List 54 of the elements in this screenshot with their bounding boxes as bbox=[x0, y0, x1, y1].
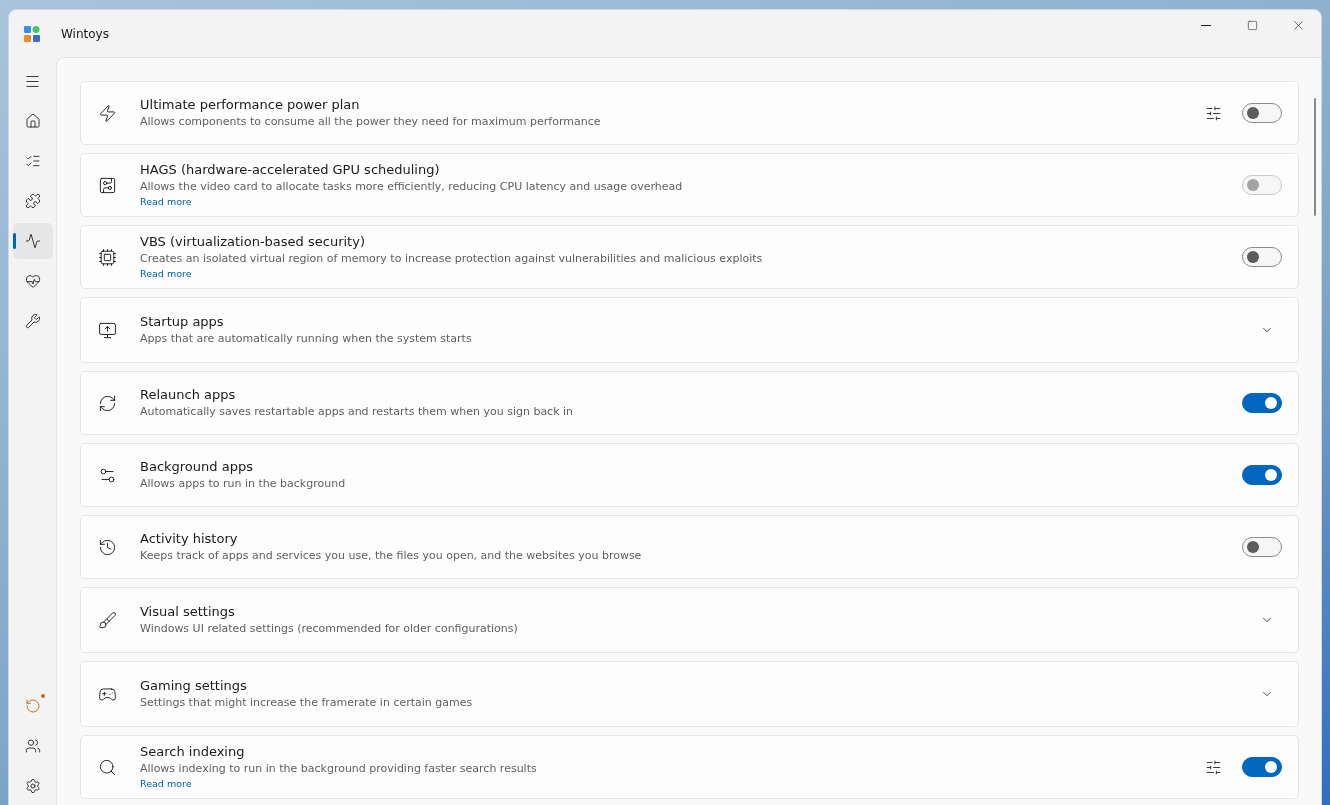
setting-title: Search indexing bbox=[140, 743, 246, 761]
setting-title: Activity history bbox=[140, 530, 239, 548]
toggle-switch[interactable] bbox=[1242, 757, 1282, 777]
home-icon bbox=[24, 113, 41, 129]
list-icon bbox=[24, 153, 41, 169]
setting-title: Relaunch apps bbox=[140, 386, 237, 404]
setting-description: Allows apps to run in the background bbox=[140, 476, 347, 492]
setting-description: Creates an isolated virtual region of memory to increase protection against vulnerabilities and malicious exploits bbox=[140, 251, 764, 267]
toggle-switch[interactable] bbox=[1242, 537, 1282, 557]
setting-title: Ultimate performance power plan bbox=[140, 96, 361, 114]
minimize-icon bbox=[1201, 25, 1211, 26]
chip-icon bbox=[97, 247, 117, 267]
history-icon bbox=[97, 537, 117, 557]
setting-title: VBS (virtualization-based security) bbox=[140, 233, 366, 251]
setting-description: Allows components to consume all the power they need for maximum performance bbox=[140, 114, 602, 130]
window-title: Wintoys bbox=[61, 26, 110, 41]
read-more-link[interactable]: Read more bbox=[140, 777, 192, 791]
settings-icon bbox=[24, 778, 41, 794]
toggle-switch[interactable] bbox=[1242, 103, 1282, 123]
restore-icon bbox=[24, 698, 41, 714]
monitor-upload-icon bbox=[97, 320, 117, 340]
sliders-icon bbox=[1205, 758, 1222, 776]
activity-icon bbox=[24, 233, 41, 249]
read-more-link[interactable]: Read more bbox=[140, 267, 192, 281]
setting-title: Gaming settings bbox=[140, 677, 248, 695]
sidebar-item[interactable] bbox=[12, 223, 53, 259]
lightning-icon bbox=[97, 103, 117, 123]
notification-dot bbox=[40, 694, 45, 698]
toggle-switch[interactable] bbox=[1242, 393, 1282, 413]
scrollbar-thumb[interactable] bbox=[1314, 98, 1316, 216]
toggle-switch[interactable] bbox=[1242, 247, 1282, 267]
heartbeat-icon bbox=[24, 273, 41, 289]
refresh-icon bbox=[97, 393, 117, 413]
setting-title: HAGS (hardware-accelerated GPU scheduling) bbox=[140, 161, 441, 179]
setting-description: Automatically saves restartable apps and restarts them when you sign back in bbox=[140, 404, 575, 420]
wrench-icon bbox=[24, 313, 41, 329]
app-logo-icon bbox=[24, 25, 40, 42]
setting-title: Startup apps bbox=[140, 313, 225, 331]
setting-description: Allows indexing to run in the background providing faster search results bbox=[140, 761, 538, 777]
puzzle-icon bbox=[24, 193, 41, 209]
graphics-card-icon bbox=[97, 175, 117, 195]
people-icon bbox=[24, 738, 41, 754]
setting-description: Keeps track of apps and services you use, the files you open, and the websites you browse bbox=[140, 548, 643, 564]
setting-description: Apps that are automatically running when the system starts bbox=[140, 331, 473, 347]
setting-description: Windows UI related settings (recommended for older configurations) bbox=[140, 621, 519, 637]
toggle-switch[interactable] bbox=[1242, 465, 1282, 485]
setting-description: Settings that might increase the framerate in certain games bbox=[140, 695, 474, 711]
setting-description: Allows the video card to allocate tasks more efficiently, reducing CPU latency and usage overhead bbox=[140, 179, 684, 195]
setting-title: Visual settings bbox=[140, 603, 236, 621]
setting-title: Background apps bbox=[140, 458, 254, 476]
sliders-icon bbox=[1205, 104, 1222, 122]
maximize-icon bbox=[1246, 20, 1258, 31]
brush-icon bbox=[97, 610, 117, 630]
search-icon bbox=[97, 757, 117, 777]
